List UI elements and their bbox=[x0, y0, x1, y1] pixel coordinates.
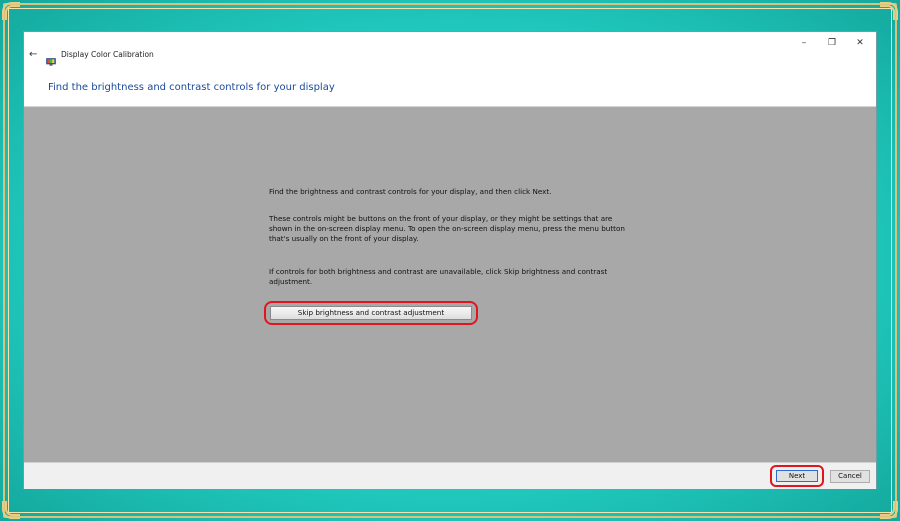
window-title: Display Color Calibration bbox=[61, 50, 154, 59]
calibration-window: ← Display Color Calibration – ❐ ✕ Find t… bbox=[24, 32, 876, 489]
next-button-highlight: Next bbox=[770, 465, 824, 487]
minimize-icon[interactable]: – bbox=[797, 36, 811, 50]
decorative-frame: ← Display Color Calibration – ❐ ✕ Find t… bbox=[0, 0, 900, 521]
instruction-paragraph: If controls for both brightness and cont… bbox=[269, 267, 608, 286]
restore-icon[interactable]: ❐ bbox=[825, 36, 839, 50]
instruction-paragraph: Find the brightness and contrast control… bbox=[269, 187, 552, 196]
page-header: Find the brightness and contrast control… bbox=[24, 76, 876, 107]
page-title: Find the brightness and contrast control… bbox=[48, 82, 335, 93]
title-bar: ← Display Color Calibration – ❐ ✕ bbox=[24, 32, 876, 76]
back-arrow-icon[interactable]: ← bbox=[29, 50, 37, 60]
frame-corner-ornament bbox=[2, 2, 20, 20]
next-button[interactable]: Next bbox=[776, 470, 818, 482]
frame-corner-ornament bbox=[880, 2, 898, 20]
instruction-paragraph: These controls might be buttons on the f… bbox=[269, 214, 625, 243]
footer-bar: Next Cancel bbox=[24, 462, 876, 489]
monitor-color-icon bbox=[46, 51, 56, 66]
frame-corner-ornament bbox=[2, 501, 20, 519]
skip-button-highlight: Skip brightness and contrast adjustment bbox=[264, 301, 478, 325]
skip-brightness-contrast-button[interactable]: Skip brightness and contrast adjustment bbox=[270, 306, 472, 320]
cancel-button[interactable]: Cancel bbox=[830, 470, 870, 483]
close-icon[interactable]: ✕ bbox=[853, 36, 867, 50]
